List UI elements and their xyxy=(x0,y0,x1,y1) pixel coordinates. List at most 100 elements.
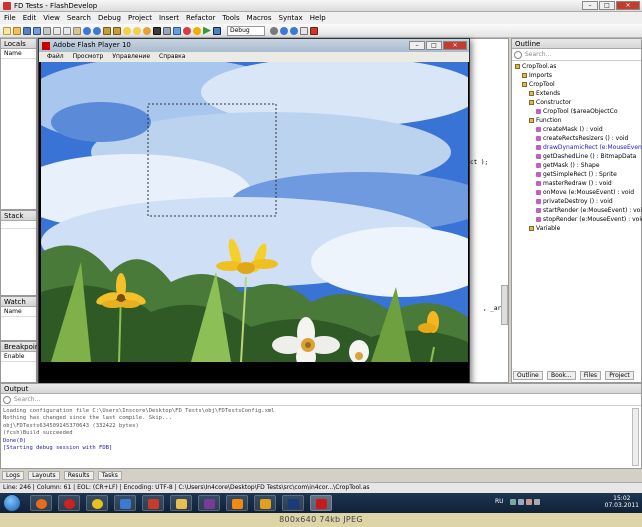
menu-view[interactable]: View xyxy=(43,14,60,22)
flash-menu-file[interactable]: Файл xyxy=(47,52,64,62)
flash-menu-control[interactable]: Управление xyxy=(112,52,150,62)
outline-tree-item[interactable]: masterRedraw () : void xyxy=(515,179,641,188)
flash-close-button[interactable]: ✕ xyxy=(443,41,467,50)
outline-tree-item[interactable]: CropTool ($areaObjectCo xyxy=(515,107,641,116)
tray-volume-icon[interactable] xyxy=(518,499,524,505)
menu-syntax[interactable]: Syntax xyxy=(279,14,303,22)
menu-macros[interactable]: Macros xyxy=(247,14,272,22)
taskbar-explorer[interactable] xyxy=(170,495,192,511)
tab-files[interactable]: Files xyxy=(579,371,602,380)
stop-icon[interactable] xyxy=(183,26,191,35)
taskbar-vlc[interactable] xyxy=(226,495,248,511)
menu-project[interactable]: Project xyxy=(128,14,152,22)
tab-outline[interactable]: Outline xyxy=(513,371,543,380)
save-icon[interactable] xyxy=(23,26,31,35)
outline-tree-item[interactable]: stopRender (e:MouseEvent) : void xyxy=(515,215,642,224)
outline-search-input[interactable]: Search... xyxy=(525,51,551,58)
find-icon[interactable] xyxy=(103,26,111,35)
menu-edit[interactable]: Edit xyxy=(23,14,37,22)
menu-debug[interactable]: Debug xyxy=(98,14,121,22)
print-icon[interactable] xyxy=(43,26,51,35)
watch-name-column[interactable]: Name xyxy=(1,307,36,317)
open-file-icon[interactable] xyxy=(13,26,21,35)
cut-icon[interactable] xyxy=(53,26,61,35)
tray-flag-icon[interactable] xyxy=(534,499,540,505)
close-document-icon[interactable] xyxy=(310,26,318,35)
output-scrollbar[interactable] xyxy=(632,408,639,466)
outline-tree-item[interactable]: Function xyxy=(515,116,641,125)
flash-stage[interactable] xyxy=(41,62,468,362)
taskbar-opera[interactable] xyxy=(58,495,80,511)
menu-refactor[interactable]: Refactor xyxy=(186,14,215,22)
tab-tasks[interactable]: Tasks xyxy=(97,471,122,480)
outline-tree-item[interactable]: Imports xyxy=(515,71,641,80)
paste-icon[interactable] xyxy=(73,26,81,35)
outline-tree-item[interactable]: privateDestroy () : void xyxy=(515,197,641,206)
maximize-button[interactable]: □ xyxy=(599,1,615,10)
close-button[interactable]: ✕ xyxy=(616,1,640,10)
taskbar-notepad[interactable] xyxy=(254,495,276,511)
redo-icon[interactable] xyxy=(93,26,101,35)
flash-minimize-button[interactable]: – xyxy=(409,41,425,50)
flash-menu-help[interactable]: Справка xyxy=(159,52,185,62)
build-icon[interactable] xyxy=(193,26,201,35)
menu-file[interactable]: File xyxy=(4,14,16,22)
outline-tree-item[interactable]: getMask () : Shape xyxy=(515,161,641,170)
tab-layouts[interactable]: Layouts xyxy=(28,471,60,480)
taskbar-flashdevelop[interactable] xyxy=(142,495,164,511)
project-icon[interactable] xyxy=(163,26,171,35)
tab-logs[interactable]: Logs xyxy=(2,471,24,480)
taskbar-app[interactable] xyxy=(198,495,220,511)
new-file-icon[interactable] xyxy=(3,26,11,35)
command-prompt-icon[interactable] xyxy=(153,26,161,35)
nav-back-icon[interactable] xyxy=(280,26,288,35)
minimize-button[interactable]: – xyxy=(582,1,598,10)
outline-tree-item[interactable]: getSimpleRect () : Sprite xyxy=(515,170,641,179)
menu-insert[interactable]: Insert xyxy=(159,14,179,22)
menu-tools[interactable]: Tools xyxy=(222,14,239,22)
taskbar-media[interactable] xyxy=(114,495,136,511)
outline-tree-item[interactable]: createRectsResizers () : void xyxy=(515,134,641,143)
copy-icon[interactable] xyxy=(63,26,71,35)
locals-name-column[interactable]: Name xyxy=(1,49,36,59)
menu-search[interactable]: Search xyxy=(67,14,91,22)
undo-icon[interactable] xyxy=(83,26,91,35)
save-all-icon[interactable] xyxy=(33,26,41,35)
tab-project[interactable]: Project xyxy=(605,371,634,380)
outline-tree-item[interactable]: startRender (e:MouseEvent) : void xyxy=(515,206,642,215)
tab-bookmarks[interactable]: Book... xyxy=(546,371,576,380)
editor-scrollbar[interactable] xyxy=(501,285,508,325)
flash-maximize-button[interactable]: □ xyxy=(426,41,442,50)
menu-help[interactable]: Help xyxy=(310,14,326,22)
outline-tree-item[interactable]: drawDynamicRect (e:MouseEvent xyxy=(515,143,642,152)
outline-tree-item[interactable]: createMask () : void xyxy=(515,125,641,134)
taskbar-photoshop[interactable] xyxy=(282,495,304,511)
next-bookmark-icon[interactable] xyxy=(133,26,141,35)
taskbar-chrome[interactable] xyxy=(86,495,108,511)
breakpoints-enable-column[interactable]: Enable xyxy=(1,352,36,362)
outline-tree-item[interactable]: CropTool.as xyxy=(515,62,641,71)
outline-tree-item[interactable]: getDashedLine () : BitmapData xyxy=(515,152,641,161)
outline-tree-item[interactable]: onMove (e:MouseEvent) : void xyxy=(515,188,641,197)
outline-tree-item[interactable]: Variable xyxy=(515,224,641,233)
taskbar-firefox[interactable] xyxy=(30,495,52,511)
start-button[interactable] xyxy=(3,494,21,512)
options-icon[interactable] xyxy=(270,26,278,35)
test-movie-icon[interactable] xyxy=(203,26,211,35)
system-clock[interactable]: 15:02 07.03.2011 xyxy=(605,495,639,509)
outline-tree-item[interactable]: Extends xyxy=(515,89,641,98)
output-search-input[interactable]: Search... xyxy=(14,396,40,403)
prev-bookmark-icon[interactable] xyxy=(143,26,151,35)
outline-tree-item[interactable]: Constructor xyxy=(515,98,641,107)
debug-icon[interactable] xyxy=(213,26,221,35)
replace-icon[interactable] xyxy=(113,26,121,35)
taskbar-flash-player[interactable] xyxy=(310,495,332,511)
flash-menu-view[interactable]: Просмотр xyxy=(73,52,104,62)
fullscreen-icon[interactable] xyxy=(300,26,308,35)
language-indicator[interactable]: RU xyxy=(495,498,504,505)
build-config-select[interactable]: Debug xyxy=(227,25,265,36)
bookmark-icon[interactable] xyxy=(123,26,131,35)
outline-tree-item[interactable]: CropTool xyxy=(515,80,641,89)
tray-app-icon[interactable] xyxy=(526,499,532,505)
stack-row[interactable] xyxy=(1,221,36,229)
